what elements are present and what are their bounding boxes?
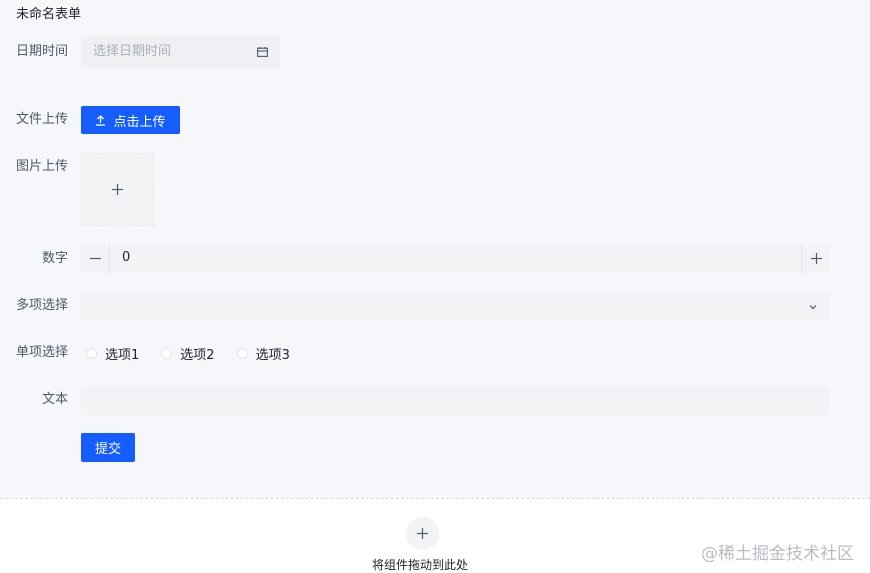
image-upload-label: 图片上传 [16, 159, 69, 174]
plus-icon [112, 184, 123, 195]
number-stepper: 0 [81, 244, 830, 273]
submit-button[interactable]: 提交 [81, 433, 135, 462]
text-label: 文本 [41, 392, 68, 407]
file-upload-label: 文件上传 [16, 112, 69, 127]
number-label: 数字 [41, 251, 68, 266]
datetime-placeholder: 选择日期时间 [93, 44, 172, 59]
radio-option-1[interactable]: 选项1 [86, 344, 139, 363]
datetime-picker[interactable]: 选择日期时间 [81, 37, 280, 67]
minus-icon [89, 257, 101, 260]
plus-icon [417, 528, 428, 539]
radio-option-label: 选项3 [255, 347, 290, 363]
number-input[interactable]: 0 [122, 249, 130, 267]
drop-zone-hint: 将组件拖动到此处 [372, 558, 469, 572]
multi-select[interactable] [81, 292, 830, 321]
upload-icon [96, 114, 106, 126]
date-label: 日期时间 [16, 44, 69, 59]
multi-select-label: 多项选择 [16, 298, 69, 313]
decrement-button[interactable] [81, 244, 110, 273]
radio-option-label: 选项2 [180, 347, 215, 363]
radio-option-2[interactable]: 选项2 [161, 344, 215, 363]
radio-option-label: 选项1 [105, 347, 140, 363]
chevron-down-icon [809, 305, 817, 310]
radio-circle [86, 347, 97, 359]
add-component-button[interactable] [406, 517, 439, 550]
radio-circle [236, 347, 248, 359]
radio-option-3[interactable]: 选项3 [236, 344, 290, 363]
radio-circle [161, 347, 173, 359]
increment-button[interactable] [801, 244, 830, 273]
radio-group: 选项1 选项2 选项3 [86, 344, 312, 363]
file-upload-button[interactable]: 点击上传 [81, 106, 180, 134]
text-input[interactable] [81, 387, 830, 415]
plus-icon [810, 253, 822, 264]
calendar-icon [257, 47, 268, 57]
form-title: 未命名表单 [16, 7, 82, 22]
image-upload-box[interactable] [81, 153, 154, 226]
radio-group-label: 单项选择 [16, 345, 69, 360]
file-upload-button-label: 点击上传 [113, 114, 166, 130]
form-canvas: 未命名表单 日期时间 选择日期时间 文件上传 点击上传 图片上传 数字 0 多项… [0, 0, 870, 498]
watermark: @稀土掘金技术社区 [701, 544, 854, 564]
